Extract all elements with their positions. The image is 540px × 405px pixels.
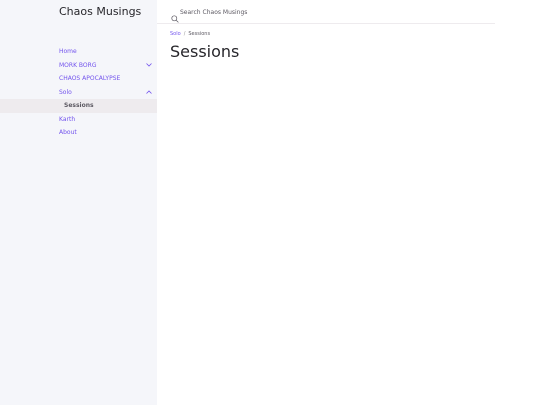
chevron-down-icon[interactable] bbox=[145, 59, 153, 73]
search-icon bbox=[171, 8, 179, 23]
chevron-up-icon[interactable] bbox=[145, 86, 153, 100]
sidebar-item-solo[interactable]: Solo bbox=[0, 86, 157, 100]
sidebar-item-label: Home bbox=[59, 48, 77, 55]
breadcrumb-current: Sessions bbox=[188, 31, 211, 37]
sidebar-item-label: About bbox=[59, 129, 77, 136]
main-content: Solo/Sessions Sessions bbox=[157, 0, 540, 405]
sidebar-item-label: Karth bbox=[59, 115, 76, 123]
search-input[interactable] bbox=[180, 6, 470, 18]
sidebar-item-label: CHAOS APOCALYPSE bbox=[59, 75, 121, 82]
sidebar-item-karth[interactable]: Karth bbox=[0, 113, 157, 127]
search-bar bbox=[157, 0, 495, 24]
sidebar-item-label: MORK BORG bbox=[59, 61, 97, 69]
breadcrumb: Solo / Sessions bbox=[170, 31, 210, 37]
sidebar-item-chaos-apocalypse[interactable]: CHAOS APOCALYPSE bbox=[0, 72, 157, 86]
sidebar-item-about[interactable]: About bbox=[0, 126, 157, 140]
sidebar-item-label: Solo bbox=[59, 88, 72, 96]
page-title: Sessions bbox=[170, 42, 240, 61]
sidebar-nav: Home MORK BORG CHAOS APOCALYPSE Solo Ses… bbox=[0, 45, 157, 140]
sidebar-item-sessions[interactable]: Sessions bbox=[0, 99, 157, 113]
sidebar-item-label: Sessions bbox=[64, 102, 94, 109]
breadcrumb-separator: / bbox=[183, 31, 186, 37]
breadcrumb-link-solo[interactable]: Solo bbox=[170, 31, 181, 37]
sidebar-item-home[interactable]: Home bbox=[0, 45, 157, 59]
sidebar: Chaos Musings Home MORK BORG CHAOS APOCA… bbox=[0, 0, 157, 405]
sidebar-item-mork-borg[interactable]: MORK BORG bbox=[0, 59, 157, 73]
site-title[interactable]: Chaos Musings bbox=[59, 5, 141, 18]
